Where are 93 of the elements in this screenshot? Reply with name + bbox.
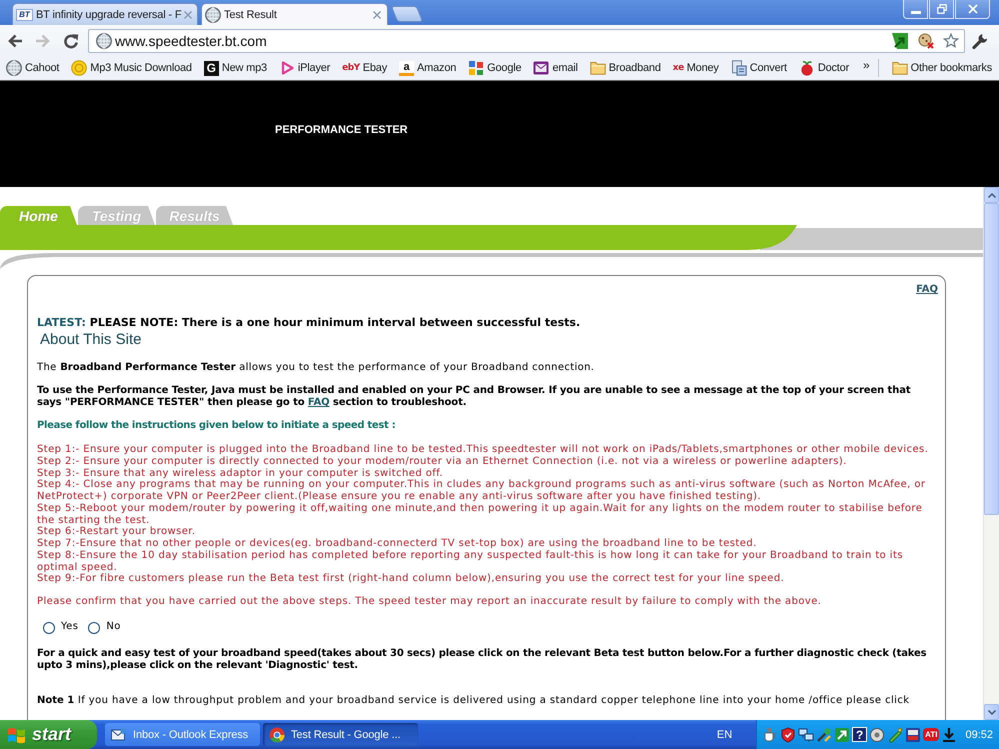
bookmark[interactable]: a Amazon bbox=[399, 60, 456, 76]
bookmark[interactable]: email bbox=[533, 60, 578, 76]
back-arrow-icon bbox=[6, 32, 24, 50]
restore-button[interactable] bbox=[929, 0, 954, 19]
faq-link[interactable]: FAQ bbox=[916, 284, 938, 296]
step-text: Step 3:- Ensure that any wireless adaptor in your computer is switched off. bbox=[37, 468, 444, 479]
download-icon[interactable] bbox=[941, 726, 958, 742]
cube-icon[interactable] bbox=[905, 726, 922, 742]
arrow-icon[interactable] bbox=[891, 32, 909, 50]
taskbar-button[interactable]: Inbox - Outlook Express bbox=[105, 723, 260, 746]
letters-icon: xe bbox=[672, 61, 684, 75]
close-button[interactable] bbox=[955, 0, 990, 19]
scroll-thumb[interactable] bbox=[984, 203, 999, 515]
step-text: Step 7:-Ensure that no other people or devices(eg. broadband-connecterd TV set-top box) are using the broadband line to be tested. bbox=[37, 538, 758, 550]
browser-tab[interactable]: BT BT infinity upgrade reversal - F bbox=[12, 3, 198, 25]
star-icon[interactable] bbox=[943, 32, 959, 48]
java-requirement-note: To use the Performance Tester, Java must be installed and enabled on your PC and Browser. If you are unable to see a message at the top of your screen that says "PERFORMANCE TESTER" then please go to FAQ section to troubleshoot. bbox=[37, 385, 912, 409]
envelope-icon bbox=[533, 60, 550, 76]
chevron-down-icon bbox=[988, 710, 996, 714]
quick-test-note: For a quick and easy test of your broadband speed(takes about 30 secs) please click on the relevant Beta test button below.For a further diagnostic check (takes upto 3 mins),please click on the relevant 'Diagnostic' test. bbox=[37, 648, 928, 672]
taskbar-button[interactable]: Test Result - Google ... bbox=[263, 723, 418, 746]
new-tab-button[interactable] bbox=[390, 6, 424, 22]
chevron-up-icon bbox=[988, 192, 996, 198]
bookmark[interactable]: Broadband bbox=[590, 60, 661, 76]
coin-icon bbox=[71, 60, 88, 76]
bookmark-folder[interactable]: Other bookmarks bbox=[892, 60, 992, 76]
monitors-icon[interactable] bbox=[798, 726, 814, 742]
reload-icon bbox=[62, 32, 80, 50]
scroll-down-button[interactable] bbox=[984, 704, 999, 720]
help-icon[interactable]: ? bbox=[852, 727, 868, 742]
language-indicator[interactable]: EN bbox=[716, 728, 732, 740]
cup-icon[interactable] bbox=[762, 726, 778, 742]
site-logo-icon: BT bbox=[16, 8, 33, 20]
bookmark[interactable]: xe Money bbox=[672, 61, 719, 75]
globe-icon bbox=[96, 32, 112, 48]
bookmark[interactable]: Convert bbox=[730, 60, 787, 76]
close-icon bbox=[968, 4, 978, 14]
forward-arrow-icon bbox=[34, 32, 52, 50]
restore-icon bbox=[936, 4, 946, 14]
bookmark[interactable]: Google bbox=[468, 60, 522, 76]
bookmark[interactable]: iPlayer bbox=[278, 60, 330, 76]
step-text: Step 9:-For fibre customers please run the Beta test first (right-hand column below),ensuring you use the correct test for your line speed. bbox=[37, 573, 786, 585]
bookmark[interactable]: Doctor bbox=[798, 60, 850, 76]
windows-flag-icon bbox=[7, 726, 27, 744]
step-text: Step 6:-Restart your browser. bbox=[37, 526, 197, 538]
note-text: Note 1 If you have a low throughput problem and your broadband service is delivered using a standard copper telephone line into your home /office please click bbox=[37, 695, 911, 707]
browser-tab[interactable]: Test Result bbox=[201, 3, 388, 25]
disc-icon[interactable] bbox=[869, 726, 886, 742]
minimize-icon bbox=[910, 11, 920, 14]
fruit-icon bbox=[798, 60, 815, 76]
bookmark[interactable]: G New mp3 bbox=[204, 60, 267, 76]
section-heading: About This Site bbox=[40, 331, 142, 348]
bookmark[interactable]: Mp3 Music Download bbox=[71, 60, 192, 76]
confirmation-warning: Please confirm that you have carried out the above steps. The speed tester may report an inaccurate result by failure to comply with the above. bbox=[37, 596, 822, 608]
scroll-up-button[interactable] bbox=[984, 187, 999, 203]
step-text: Step 8:-Ensure the 10 day stabilisation period has completed before reporting any suspected fault-this is how long it can take for your Broadband to train to its optimal speed. bbox=[37, 550, 904, 573]
step-text: Step 1:- Ensure your computer is plugged into the Broadband line to be tested.This speedtester will not work on iPads/Tablets,smartphones or other mobile devices. bbox=[37, 444, 930, 456]
letter-tile-icon: a bbox=[399, 60, 414, 76]
document-icon bbox=[730, 60, 747, 76]
close-icon[interactable] bbox=[373, 10, 381, 18]
envelope-icon bbox=[111, 726, 127, 742]
start-button[interactable]: start bbox=[0, 720, 97, 749]
clock: 09:52 bbox=[965, 728, 993, 740]
letters-icon[interactable]: ATI bbox=[923, 728, 940, 741]
site-title: PERFORMANCE TESTER bbox=[275, 124, 408, 136]
step-text: Step 2:- Ensure your computer is directly connected to your modem/router via an Ethernet Connection (i.e. not via a wireless or powerline adapters). bbox=[37, 456, 848, 468]
shield-icon[interactable] bbox=[780, 726, 796, 742]
folder-icon bbox=[590, 60, 606, 76]
faq-link[interactable]: FAQ bbox=[308, 397, 330, 408]
radio-button[interactable] bbox=[88, 622, 100, 634]
globe-icon bbox=[205, 6, 221, 22]
cookie-blocked-icon[interactable] bbox=[918, 32, 934, 48]
letters-icon: ebY bbox=[342, 61, 360, 75]
round-logo-icon bbox=[269, 726, 285, 742]
radio-button[interactable] bbox=[43, 622, 55, 634]
letter-tile-icon: G bbox=[204, 60, 219, 76]
step-text: Step 5:-Reboot your modem/router by powering it off,waiting one minute,and then powering it up again.Wait for any lights on the modem router to stabilise before the starting the test. bbox=[37, 502, 924, 526]
globe-icon bbox=[6, 60, 22, 76]
squares-icon bbox=[468, 60, 484, 76]
intro-text: The Broadband Performance Tester allows you to test the performance of your Broadband connection. bbox=[37, 362, 596, 374]
wrench-icon[interactable] bbox=[971, 32, 989, 50]
radio-label[interactable]: Yes bbox=[61, 620, 78, 632]
latest-notice: LATEST: PLEASE NOTE: There is a one hour minimum interval between successful tests. bbox=[37, 316, 582, 329]
step-text: Step 4:- Close any programs that may be running on your computer.This in cludes any background programs such as anti-virus software (such as Norton McAfee, or NetProtect+) corporate VPN or Peer2Peer client.(Please ensure you re enable any anti-virus software after you have finished testing). bbox=[37, 479, 926, 503]
address-bar[interactable]: www.speedtester.bt.com bbox=[88, 28, 965, 52]
tools-icon[interactable] bbox=[816, 726, 832, 742]
bookmark[interactable]: Cahoot bbox=[6, 60, 60, 76]
folder-icon bbox=[892, 60, 908, 76]
radio-label[interactable]: No bbox=[106, 620, 121, 632]
minimize-button[interactable] bbox=[903, 0, 928, 19]
bookmark[interactable]: ebY Ebay bbox=[342, 61, 387, 75]
instructions-heading: Please follow the instructions given below to initiate a speed test : bbox=[37, 420, 396, 432]
bookmarks-overflow-button[interactable]: » bbox=[863, 58, 870, 72]
